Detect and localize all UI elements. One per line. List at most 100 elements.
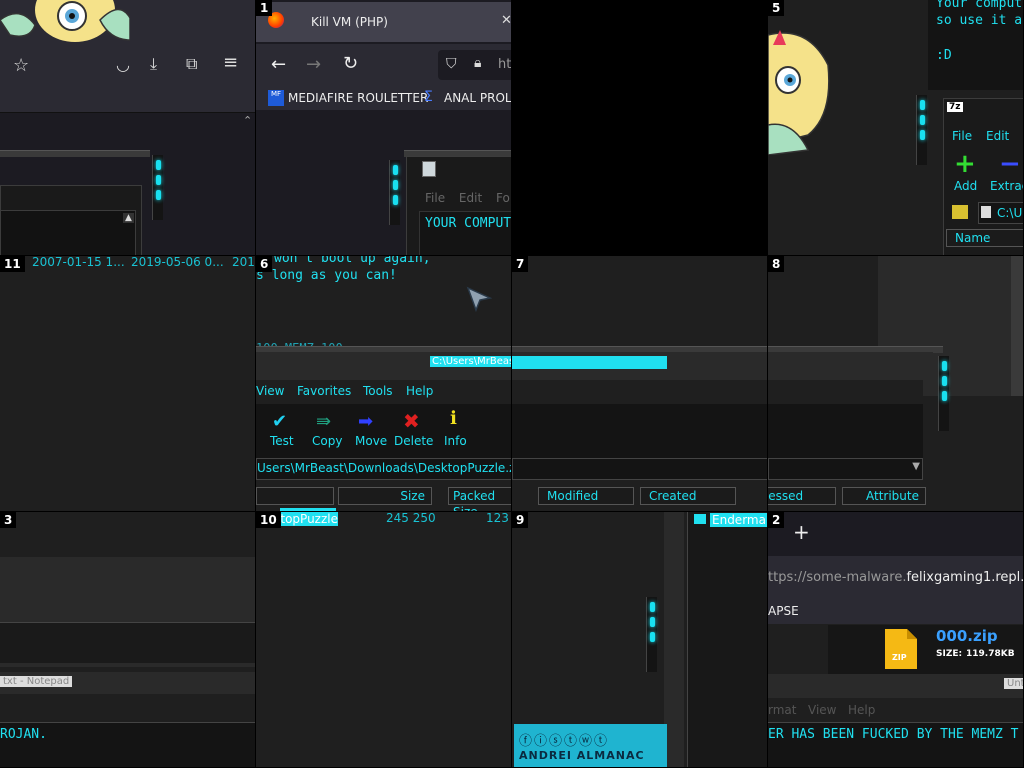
menu-edit[interactable]: Edit [986, 129, 1009, 143]
zip-menubar [768, 380, 923, 404]
mediafire-icon: MF [268, 90, 284, 106]
tile-number: 5 [768, 0, 785, 16]
window-title: C:\Users\MrBeast\Downloads\DesktopPuzzle… [430, 356, 511, 367]
info-button[interactable]: Info [444, 434, 467, 448]
menu-file[interactable]: File [425, 191, 445, 205]
window-frame-top [0, 150, 150, 157]
copy-arrow-icon: ⇛ [316, 411, 332, 432]
url-text[interactable]: ttps://some-malware.felixgaming1.repl.co [768, 570, 1023, 585]
window-title: txt - Notepad [0, 676, 73, 687]
path-text: C:\U [997, 206, 1023, 220]
column-modified[interactable]: Modified [538, 487, 634, 505]
download-card[interactable]: ZIP 000.zip SIZE: 119.78KB [828, 625, 1023, 675]
lock-icon: 🔒︎ [474, 55, 482, 71]
new-tab-button[interactable]: + [793, 520, 810, 544]
bookmark-item[interactable]: MEDIAFIRE ROULETTER [288, 91, 428, 105]
menu-format[interactable]: rmat [768, 703, 796, 717]
file-packed-size: 123 [486, 512, 509, 525]
forward-icon[interactable]: → [306, 54, 321, 75]
reload-icon[interactable]: ↻ [343, 53, 358, 74]
menu-format[interactable]: Fo [496, 191, 510, 205]
column-attribute[interactable]: Attribute [842, 487, 926, 505]
download-icon[interactable]: ⤓ [150, 54, 157, 74]
menu-tools[interactable]: Tools [363, 384, 393, 398]
window-title: Untit [1004, 678, 1023, 689]
column-size[interactable]: Size [338, 487, 432, 505]
active-tab[interactable]: Kill VM (PHP) ✕ [256, 2, 511, 42]
scrollbar-arrow-icon[interactable]: ▲ [123, 213, 134, 223]
menu-help[interactable]: Help [848, 703, 875, 717]
extract-button[interactable]: Extrac [990, 179, 1023, 193]
zip-path-bar[interactable]: ▼ [768, 458, 923, 480]
zip-header: Modified Created [512, 484, 767, 511]
tile-number: 2 [768, 512, 785, 528]
path-field[interactable]: C:\U [978, 202, 1023, 224]
file-icon [694, 514, 706, 524]
nav-toolbar: ttps://some-malware.felixgaming1.repl.co [768, 556, 1023, 600]
test-button[interactable]: Test [270, 434, 294, 448]
social-icons: ⓕⓘⓢⓣⓦⓣ [519, 734, 610, 749]
tile-11: 11 2007-01-15 1... 2019-05-06 0... 201 [0, 256, 255, 511]
led-strip [389, 160, 400, 225]
zip-path-bar[interactable] [512, 458, 767, 480]
tile-number: 8 [768, 256, 785, 272]
menu-view[interactable]: View [256, 384, 284, 398]
file-size: 245 250 [386, 512, 436, 525]
side-window: Enderman [687, 512, 767, 767]
zip-header: Size Packed Size [256, 484, 511, 511]
notepad-text: YOUR COMPUT [419, 211, 511, 255]
selected-item[interactable]: Enderman [710, 513, 767, 527]
zip-file-icon: ZIP [883, 627, 919, 671]
url-bar[interactable]: ⛉ 🔒︎ ht [438, 50, 511, 80]
tile-number: 10 [256, 512, 281, 528]
menu-icon[interactable]: ≡ [223, 52, 238, 73]
zip-toolbar [512, 404, 767, 459]
tile-1: 1 Kill VM (PHP) ✕ ← → ↻ ⛉ 🔒︎ ht MF MEDIA… [256, 0, 511, 255]
zip-titlebar [768, 352, 933, 380]
7zip-icon: 7z [947, 102, 963, 112]
menu-help[interactable]: Help [406, 384, 433, 398]
column-name[interactable] [256, 487, 334, 505]
column-packed-size[interactable]: Packed Size [448, 487, 511, 511]
column-created[interactable]: Created [640, 487, 736, 505]
bookmarks-bar: APSE [768, 600, 1023, 624]
scroll-up-icon[interactable]: ⌃ [243, 114, 252, 127]
file-name: DesktopPuzzle [278, 512, 338, 526]
bookmarks-bar: MF MEDIAFIRE ROULETTER Σ ANAL PROLA [256, 88, 511, 110]
notepad-line: Your comput [936, 0, 1023, 11]
add-button[interactable]: Add [954, 179, 977, 193]
dropdown-arrow-icon[interactable]: ▼ [912, 461, 920, 472]
tile-number: 7 [512, 256, 529, 272]
minus-icon: − [999, 149, 1021, 179]
column-accessed[interactable]: Accessed [768, 487, 836, 505]
zip-path-bar[interactable]: Users\MrBeast\Downloads\DesktopPuzzle.zi… [256, 458, 511, 480]
pocket-icon[interactable]: ◡ [116, 55, 130, 74]
back-icon[interactable]: ← [271, 54, 286, 75]
folder-up-icon[interactable] [952, 205, 968, 219]
close-tab-icon[interactable]: ✕ [501, 13, 511, 28]
menu-edit[interactable]: Edit [459, 191, 482, 205]
path-text: Users\MrBeast\Downloads\DesktopPuzzle.zi… [257, 461, 511, 475]
move-arrow-icon: ➡ [358, 411, 374, 432]
tile-3: 3 txt - Notepad ROJAN. [0, 512, 255, 767]
table-row[interactable]: DesktopPuzzle 245 250 123 [256, 512, 511, 528]
delete-button[interactable]: Delete [394, 434, 433, 448]
notepad-line: s long as you can! [256, 268, 397, 283]
menu-favorites[interactable]: Favorites [297, 384, 351, 398]
window-panel [0, 622, 255, 663]
copy-button[interactable]: Copy [312, 434, 342, 448]
bookmark-sigma-icon: Σ [424, 89, 433, 105]
star-icon[interactable]: ☆ [13, 55, 29, 76]
bookmark-item[interactable]: ANAL PROLA [444, 91, 511, 105]
tile-number: 11 [0, 256, 25, 272]
info-icon: ℹ [450, 408, 457, 429]
menu-file[interactable]: File [952, 129, 972, 143]
led-strip [916, 95, 927, 165]
column-name[interactable]: Name [946, 229, 1023, 247]
watermark: ⓕⓘⓢⓣⓦⓣ ANDREI ALMANAC [514, 724, 667, 767]
move-button[interactable]: Move [355, 434, 387, 448]
menu-view[interactable]: View [808, 703, 836, 717]
extensions-icon[interactable]: ⧉ [186, 54, 197, 74]
window-edge-right [1011, 256, 1023, 396]
bookmark-item[interactable]: APSE [768, 604, 799, 618]
